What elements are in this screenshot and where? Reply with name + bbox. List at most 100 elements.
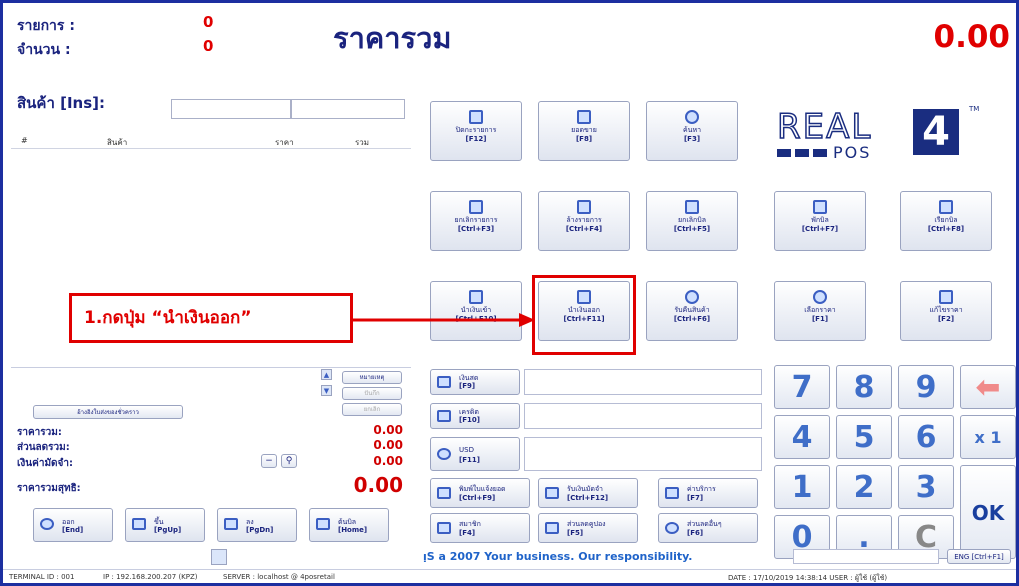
page-up-button[interactable]: ขึ้น [PgUp]	[125, 508, 205, 542]
key-4[interactable]: 4	[774, 415, 830, 459]
key-1[interactable]: 1	[774, 465, 830, 509]
terminal-id: TERMINAL ID : 001	[9, 573, 75, 581]
key-2[interactable]: 2	[836, 465, 892, 509]
divider	[11, 367, 411, 368]
folder-icon	[813, 200, 827, 214]
cash-amount-field[interactable]	[524, 369, 762, 395]
key-7[interactable]: 7	[774, 365, 830, 409]
items-count-value: 0	[203, 13, 214, 31]
arrow-icon	[353, 313, 535, 327]
deposit-value: 0.00	[373, 454, 403, 468]
search-button[interactable]: ค้นหา [F3]	[646, 101, 738, 161]
usd-payment-button[interactable]: USD [F11]	[430, 437, 520, 471]
language-button[interactable]: ENG [Ctrl+F1]	[947, 549, 1011, 564]
logo-text: REAL	[776, 106, 873, 148]
magnify-icon[interactable]: ⚲	[281, 454, 297, 468]
price-icon	[813, 290, 827, 304]
key-8[interactable]: 8	[836, 365, 892, 409]
column-header-index: #	[21, 136, 28, 145]
select-price-button[interactable]: เลือกราคา [F1]	[774, 281, 866, 341]
cash-payment-button[interactable]: เงินสด [F9]	[430, 369, 520, 395]
key-9[interactable]: 9	[898, 365, 954, 409]
void-item-button[interactable]: ยกเลิกรายการ [Ctrl+F3]	[430, 191, 522, 251]
other-discount-button[interactable]: ส่วนลดอื่นๆ [F6]	[658, 513, 758, 543]
subtotal-label: ราคารวม:	[17, 427, 62, 438]
close-shift-button[interactable]: ปิดกะรายการ [F12]	[430, 101, 522, 161]
coupon-icon	[545, 522, 559, 534]
cash-icon	[437, 376, 451, 388]
net-total-value: 0.00	[353, 473, 403, 497]
delivery-reference-button[interactable]: อ้างอิงใบส่งของชั่วคราว	[33, 405, 183, 419]
clear-items-button[interactable]: ล้างรายการ [Ctrl+F4]	[538, 191, 630, 251]
exit-button[interactable]: ออก [End]	[33, 508, 113, 542]
cash-in-button[interactable]: นำเงินเข้า[Ctrl+F10]	[430, 281, 522, 341]
pos-window: รายการ : 0 จำนวน : 0 ราคารวม 0.00 สินค้า…	[3, 3, 1016, 583]
credit-amount-field[interactable]	[524, 403, 762, 429]
net-total-label: ราคารวมสุทธิ:	[17, 483, 81, 494]
sales-total-button[interactable]: ยอดขาย [F8]	[538, 101, 630, 161]
member-button[interactable]: สมาชิก [F4]	[430, 513, 530, 543]
items-count-label: รายการ :	[17, 18, 75, 34]
product-code-input[interactable]	[171, 99, 291, 119]
total-title: ราคารวม	[333, 21, 452, 55]
server-name: SERVER : localhost @ 4posretail	[223, 573, 335, 581]
deposit-icon	[545, 487, 559, 499]
bill-top-icon	[316, 518, 330, 530]
cancel-small-button[interactable]: ยกเลิก	[342, 403, 402, 416]
coupon-discount-button[interactable]: ส่วนลดคูปอง [F5]	[538, 513, 638, 543]
scroll-up-icon[interactable]: ▲	[321, 369, 332, 380]
arrow-up-icon	[132, 518, 146, 530]
arrow-down-icon	[224, 518, 238, 530]
ok-key[interactable]: OK	[960, 465, 1016, 559]
service-icon	[665, 487, 679, 499]
scroll-down-icon[interactable]: ▼	[321, 385, 332, 396]
subtotal-value: 0.00	[373, 423, 403, 437]
key-6[interactable]: 6	[898, 415, 954, 459]
hold-bill-button[interactable]: พักบิล [Ctrl+F7]	[774, 191, 866, 251]
user-icon[interactable]	[211, 549, 227, 565]
minus-button[interactable]: −	[261, 454, 277, 468]
instruction-callout: 1.กดปุ่ม “นำเงินออก”	[69, 293, 353, 343]
calculator-icon	[939, 290, 953, 304]
edit-price-button[interactable]: แก้ไขราคา [F2]	[900, 281, 992, 341]
void-bill-button[interactable]: ยกเลิกบิล [Ctrl+F5]	[646, 191, 738, 251]
quantity-value: 0	[203, 37, 214, 55]
logo-bar-2	[795, 149, 809, 157]
credit-card-icon	[437, 410, 451, 422]
report-icon	[469, 110, 483, 124]
deposit-label: เงินค่ามัดจำ:	[17, 458, 74, 469]
logo-tm: TM	[969, 105, 980, 113]
member-icon	[437, 522, 451, 534]
key-5[interactable]: 5	[836, 415, 892, 459]
page-down-button[interactable]: ลง [PgDn]	[217, 508, 297, 542]
logo-bar-1	[777, 149, 791, 157]
search-icon	[685, 110, 699, 124]
return-icon	[685, 290, 699, 304]
usd-amount-field[interactable]	[524, 437, 762, 471]
printer-icon	[469, 290, 483, 304]
credit-payment-button[interactable]: เครดิต [F10]	[430, 403, 520, 429]
recall-bill-button[interactable]: เรียกบิล [Ctrl+F8]	[900, 191, 992, 251]
home-button[interactable]: ต้นบิล [Home]	[309, 508, 389, 542]
discount-icon	[665, 522, 679, 534]
date-user: DATE : 17/10/2019 14:38:14 USER : ผู้ใช้…	[728, 574, 888, 582]
return-goods-button[interactable]: รับคืนสินค้า [Ctrl+F6]	[646, 281, 738, 341]
folder-open-icon	[939, 200, 953, 214]
backspace-icon[interactable]: ⬅	[960, 365, 1016, 409]
logo-bar-3	[813, 149, 827, 157]
note-button[interactable]: หมายเหตุ	[342, 371, 402, 384]
key-3[interactable]: 3	[898, 465, 954, 509]
ip-address: IP : 192.168.200.207 (KPZ)	[103, 573, 198, 581]
realpos-logo: REAL POS 4 TM	[773, 105, 993, 165]
print-statement-button[interactable]: พิมพ์ใบแจ้งยอด [Ctrl+F9]	[430, 478, 530, 508]
service-charge-button[interactable]: ค่าบริการ [F7]	[658, 478, 758, 508]
scanner-field[interactable]	[793, 549, 939, 564]
money-icon	[577, 110, 591, 124]
quantity-label: จำนวน :	[17, 42, 71, 58]
product-qty-input[interactable]	[291, 99, 405, 119]
multiply-key[interactable]: x 1	[960, 415, 1016, 459]
slogan-ticker: ᴉS a 2007 Your business. Our responsibil…	[423, 550, 693, 563]
receive-deposit-button[interactable]: รับเงินมัดจำ [Ctrl+F12]	[538, 478, 638, 508]
split-button[interactable]: ปันกึก	[342, 387, 402, 400]
discount-value: 0.00	[373, 438, 403, 452]
